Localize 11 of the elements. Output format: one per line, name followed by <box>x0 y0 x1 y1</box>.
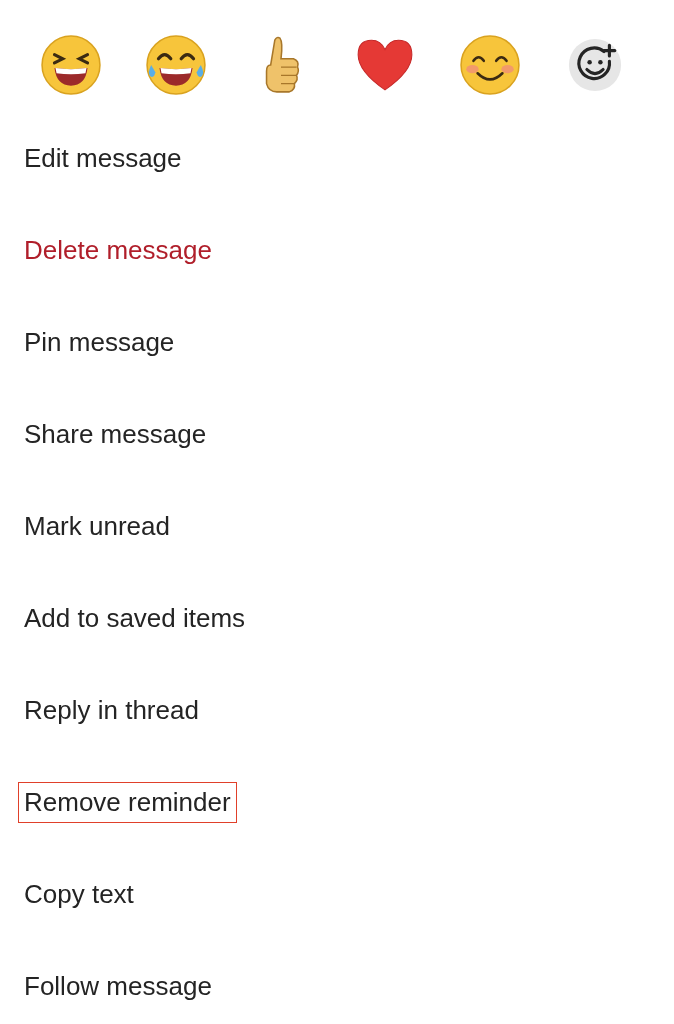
menu-item[interactable]: Copy text <box>18 873 140 915</box>
menu-item[interactable]: Add to saved items <box>18 597 252 639</box>
menu-item[interactable]: Pin message <box>18 321 181 363</box>
menu-item[interactable]: Edit message <box>18 137 188 179</box>
menu-item[interactable]: Mark unread <box>18 505 176 547</box>
menu-item[interactable]: Delete message <box>18 229 218 271</box>
menu-item[interactable]: Reply in thread <box>18 689 205 731</box>
menu-item[interactable]: Follow message <box>18 965 218 1007</box>
laughing-face-icon[interactable] <box>38 34 104 96</box>
menu-item[interactable]: Share message <box>18 413 213 455</box>
menu-item[interactable]: Remove reminder <box>18 781 237 823</box>
